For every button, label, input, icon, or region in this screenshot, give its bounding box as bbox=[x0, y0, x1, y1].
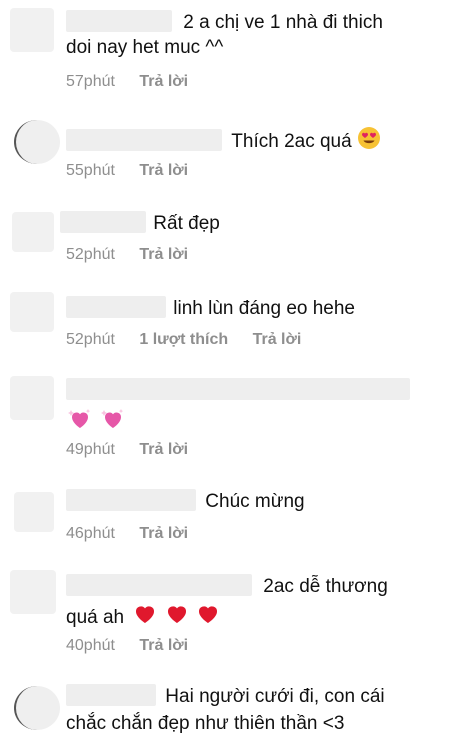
username-redacted[interactable] bbox=[66, 489, 196, 511]
comment-time: 40phút bbox=[66, 637, 115, 654]
comment-line-1: linh lùn đáng eo hehe bbox=[173, 298, 355, 319]
comment-meta: 40phút Trả lời bbox=[66, 637, 188, 655]
heart-eyes-emoji-icon bbox=[357, 126, 381, 157]
avatar[interactable] bbox=[10, 8, 54, 52]
comment-text bbox=[66, 378, 410, 403]
comment-line-1: 2 a chị ve 1 nhà đi thich bbox=[183, 12, 383, 33]
username-redacted[interactable] bbox=[66, 378, 410, 400]
comment-line-2 bbox=[68, 407, 125, 438]
avatar[interactable] bbox=[10, 292, 54, 332]
comment-time: 52phút bbox=[66, 331, 115, 348]
avatar[interactable] bbox=[14, 120, 60, 164]
comment-text: linh lùn đáng eo hehe bbox=[66, 296, 355, 321]
reply-button[interactable]: Trả lời bbox=[139, 441, 188, 458]
comment-line-2: quá ah bbox=[66, 602, 220, 633]
comment-meta: 52phút 1 lượt thích Trả lời bbox=[66, 331, 301, 349]
comment-time: 57phút bbox=[66, 73, 115, 90]
comment-line-1: Rất đẹp bbox=[153, 213, 220, 234]
comment-meta: 49phút Trả lời bbox=[66, 441, 188, 459]
comment-meta: 57phút Trả lời bbox=[66, 73, 188, 91]
red-heart-emoji-icon bbox=[196, 602, 220, 633]
comment-time: 49phút bbox=[66, 441, 115, 458]
likes-count-button[interactable]: 1 lượt thích bbox=[139, 331, 228, 348]
comment-line-2-text: quá ah bbox=[66, 607, 125, 628]
avatar[interactable] bbox=[14, 492, 54, 532]
comment-text: Hai người cưới đi, con cái bbox=[66, 684, 385, 709]
comment-line-1: 2ac dễ thương bbox=[263, 576, 388, 597]
comment-line-1: Thích 2ac quá bbox=[231, 131, 352, 152]
username-redacted[interactable] bbox=[66, 10, 172, 32]
red-heart-emoji-icon bbox=[165, 602, 189, 633]
reply-button[interactable]: Trả lời bbox=[253, 331, 302, 348]
comment-time: 46phút bbox=[66, 525, 115, 542]
username-redacted[interactable] bbox=[66, 129, 222, 151]
comment-meta: 46phút Trả lời bbox=[66, 525, 188, 543]
comment-line-1: Hai người cưới đi, con cái bbox=[165, 686, 385, 707]
comment-text: Rất đẹp bbox=[60, 211, 220, 236]
comment-time: 52phút bbox=[66, 246, 115, 263]
comment-line-1: Chúc mừng bbox=[205, 491, 305, 512]
comment-text: Thích 2ac quá bbox=[66, 126, 381, 157]
comment-line-2: chắc chắn đẹp như thiên thần <3 bbox=[66, 713, 345, 734]
comment-meta: 52phút Trả lời bbox=[66, 246, 188, 264]
comment-text: 2 a chị ve 1 nhà đi thich bbox=[66, 10, 383, 35]
comment-time: 55phút bbox=[66, 162, 115, 179]
username-redacted[interactable] bbox=[66, 296, 166, 318]
avatar[interactable] bbox=[10, 570, 56, 614]
sparkling-heart-emoji-icon bbox=[68, 407, 92, 438]
reply-button[interactable]: Trả lời bbox=[139, 525, 188, 542]
comment-line-2: doi nay het muc ^^ bbox=[66, 37, 224, 58]
reply-button[interactable]: Trả lời bbox=[139, 637, 188, 654]
red-heart-emoji-icon bbox=[133, 602, 157, 633]
comment-text: 2ac dễ thương bbox=[66, 574, 388, 599]
avatar[interactable] bbox=[14, 686, 60, 730]
reply-button[interactable]: Trả lời bbox=[139, 162, 188, 179]
username-redacted[interactable] bbox=[66, 574, 252, 596]
reply-button[interactable]: Trả lời bbox=[139, 246, 188, 263]
comment-text: Chúc mừng bbox=[66, 489, 305, 514]
avatar[interactable] bbox=[10, 376, 54, 420]
sparkling-heart-emoji-icon bbox=[101, 407, 125, 438]
reply-button[interactable]: Trả lời bbox=[139, 73, 188, 90]
username-redacted[interactable] bbox=[60, 211, 146, 233]
username-redacted[interactable] bbox=[66, 684, 156, 706]
comment-meta: 55phút Trả lời bbox=[66, 162, 188, 180]
avatar[interactable] bbox=[12, 212, 54, 252]
